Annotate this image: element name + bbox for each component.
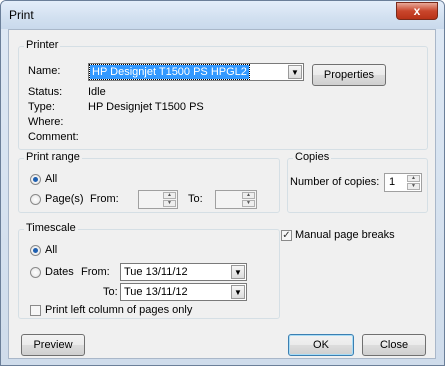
arrow-down-icon[interactable]: ▼ (407, 183, 420, 190)
properties-button[interactable]: Properties (312, 64, 386, 86)
printer-name-dropdown[interactable]: HP Designjet T1500 PS HPGL2 ▼ (88, 63, 304, 81)
print-dialog: Print x Printer Name: HP Designjet T1500… (0, 0, 445, 366)
copies-spinner[interactable]: 1 ▲ ▼ (384, 173, 422, 192)
ok-button[interactable]: OK (288, 334, 354, 356)
close-icon: x (413, 4, 421, 18)
dialog-body: Printer Name: HP Designjet T1500 PS HPGL… (8, 29, 436, 359)
range-to-spinner[interactable]: ▲ ▼ (215, 190, 257, 209)
type-label: Type: (28, 101, 55, 113)
range-pages-label[interactable]: Page(s) (45, 193, 84, 205)
dates-from-dropdown[interactable]: Tue 13/11/12 ▼ (120, 263, 247, 281)
type-value: HP Designjet T1500 PS (88, 101, 204, 113)
arrow-up-icon[interactable]: ▲ (163, 192, 176, 199)
chevron-down-icon[interactable]: ▼ (288, 65, 302, 79)
copies-value: 1 (389, 176, 396, 188)
status-value: Idle (88, 86, 106, 98)
dates-to-label: To: (103, 286, 118, 298)
number-of-copies-label: Number of copies: (290, 176, 380, 188)
arrow-down-icon[interactable]: ▼ (242, 200, 255, 207)
close-button[interactable]: Close (362, 334, 426, 356)
status-label: Status: (28, 86, 63, 98)
close-window-button[interactable]: x (396, 2, 438, 20)
manual-page-breaks-label[interactable]: Manual page breaks (295, 229, 395, 241)
timescale-dates-label[interactable]: Dates (45, 266, 74, 278)
range-from-spinner[interactable]: ▲ ▼ (138, 190, 178, 209)
chevron-down-icon[interactable]: ▼ (231, 265, 245, 279)
printer-name-value: HP Designjet T1500 PS HPGL2 (89, 64, 250, 80)
chevron-down-icon[interactable]: ▼ (231, 285, 245, 299)
left-column-label[interactable]: Print left column of pages only (45, 304, 192, 316)
comment-label: Comment: (28, 131, 79, 143)
range-to-label: To: (188, 193, 203, 205)
print-range-group-label: Print range (24, 151, 82, 163)
arrow-down-icon[interactable]: ▼ (163, 200, 176, 207)
timescale-group-label: Timescale (24, 222, 78, 234)
window-title: Print (9, 8, 34, 22)
title-bar[interactable]: Print x (1, 1, 444, 29)
dates-from-value: Tue 13/11/12 (124, 266, 188, 278)
checkmark-icon: ✓ (282, 230, 291, 241)
dates-from-label: From: (81, 266, 110, 278)
name-label: Name: (28, 65, 61, 77)
range-all-label[interactable]: All (45, 173, 57, 185)
dates-to-dropdown[interactable]: Tue 13/11/12 ▼ (120, 283, 247, 301)
arrow-up-icon[interactable]: ▲ (407, 175, 420, 182)
dates-to-value: Tue 13/11/12 (124, 286, 188, 298)
manual-page-breaks-checkbox[interactable]: ✓ (281, 230, 292, 241)
arrow-up-icon[interactable]: ▲ (242, 192, 255, 199)
preview-button[interactable]: Preview (21, 334, 85, 356)
copies-group-label: Copies (293, 151, 332, 163)
range-pages-radio[interactable] (30, 194, 41, 205)
printer-group-label: Printer (24, 39, 61, 51)
timescale-all-radio[interactable] (30, 245, 41, 256)
timescale-dates-radio[interactable] (30, 267, 41, 278)
range-from-label: From: (90, 193, 119, 205)
timescale-all-label[interactable]: All (45, 244, 57, 256)
range-all-radio[interactable] (30, 174, 41, 185)
printer-group: Printer (18, 39, 428, 150)
where-label: Where: (28, 116, 64, 128)
left-column-checkbox[interactable] (30, 305, 41, 316)
